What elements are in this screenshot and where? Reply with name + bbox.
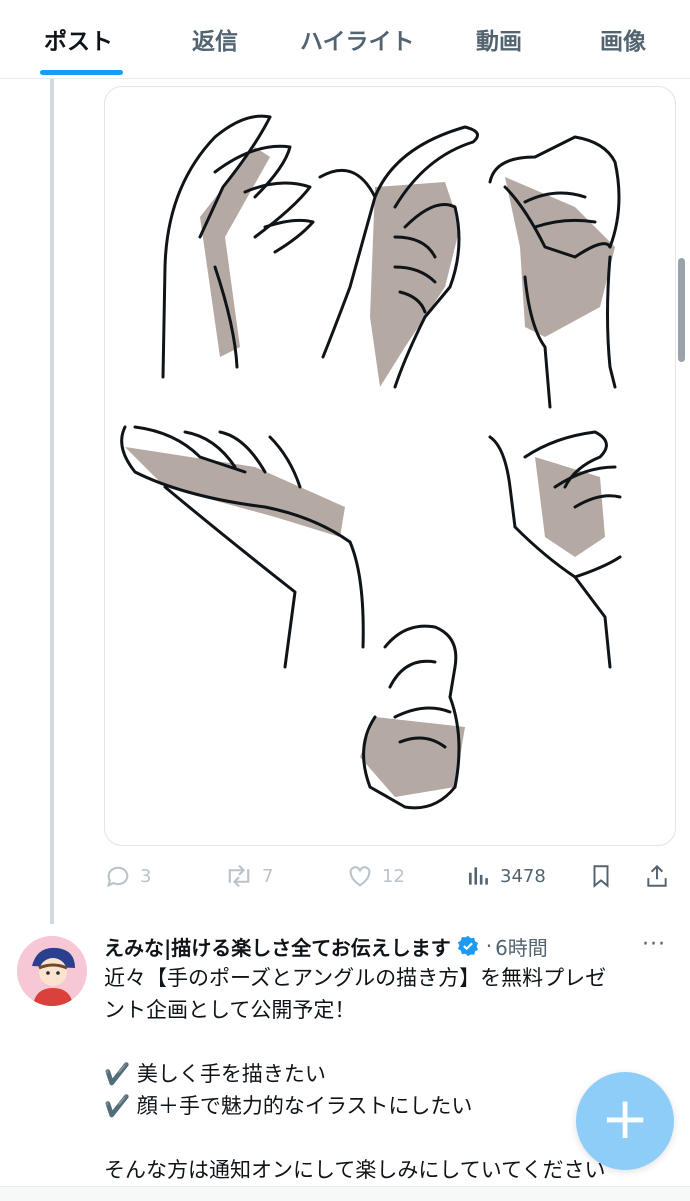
post-image[interactable] [104,86,676,846]
post-actions: 3 7 12 3478 [104,856,690,896]
compose-button[interactable]: + [576,1072,674,1170]
like-button[interactable]: 12 [346,856,405,896]
verified-badge-icon [457,935,478,957]
scrollbar[interactable] [678,258,685,362]
repost-count: 7 [262,865,274,887]
bottom-edge [0,1186,690,1201]
reply-icon [107,866,129,888]
share-button[interactable] [644,856,670,896]
tab-posts[interactable]: ポスト [44,22,113,56]
views-count: 3478 [500,865,546,887]
views-icon [469,867,488,885]
reply-count: 3 [140,865,152,887]
tab-replies[interactable]: 返信 [192,22,238,56]
post-text-blank [104,1026,674,1058]
repost-button[interactable]: 7 [224,856,273,896]
post-header: えみな|描ける楽しさ全てお伝えします · 6時間 [104,931,548,961]
bookmark-button[interactable] [588,856,614,896]
like-count: 12 [382,865,405,887]
profile-tabs: ポスト 返信 ハイライト 動画 画像 [0,0,690,79]
bookmark-icon [593,865,609,888]
more-options-button[interactable]: ··· [642,932,678,960]
repost-icon [228,864,250,888]
post-text-line: そんな方は通知オンにして楽しみにしていてください [104,1158,606,1182]
post-text-line: ント企画として公開予定！ [104,998,356,1022]
post-text-line: 近々【手のポーズとアングルの描き方】を無料プレゼ [104,966,607,990]
share-icon [647,864,667,887]
views-button[interactable]: 3478 [466,856,546,896]
plus-icon: + [600,1084,650,1152]
tab-media[interactable]: 画像 [600,22,646,56]
avatar[interactable] [17,936,87,1006]
reply-button[interactable]: 3 [104,856,151,896]
thread-line [50,79,54,924]
avatar-illustration [17,936,87,1006]
author-name[interactable]: えみな|描ける楽しさ全てお伝えします [104,932,451,961]
active-tab-indicator [40,70,123,75]
post-time[interactable]: 6時間 [495,932,548,961]
tab-videos[interactable]: 動画 [476,22,522,56]
hand-poses-illustration [120,114,622,810]
separator-dot: · [485,934,493,958]
heart-icon [349,866,371,887]
tab-highlights[interactable]: ハイライト [300,22,415,56]
